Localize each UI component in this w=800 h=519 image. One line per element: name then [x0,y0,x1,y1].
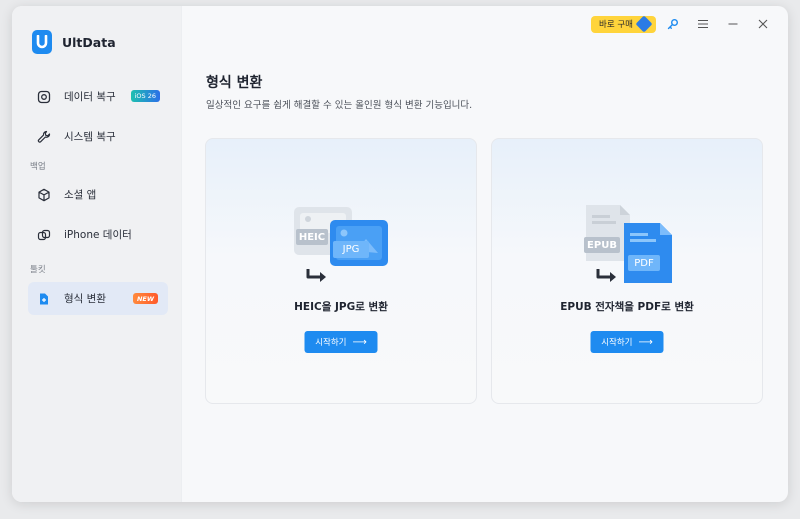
menu-icon[interactable] [690,15,716,33]
sidebar-item-data-recovery[interactable]: 데이터 복구 iOS 26 [28,80,168,113]
start-button-label: 시작하기 [601,338,633,348]
buy-button-label: 바로 구매 [599,20,633,30]
section-label-toolkit: 툴킷 [30,265,46,275]
page-subtitle: 일상적인 요구를 쉽게 해결할 수 있는 올인원 형식 변환 기능입니다. [206,100,473,111]
diamond-icon [635,15,653,33]
sidebar-item-system-repair[interactable]: 시스템 복구 [28,120,168,153]
brand: UltData [32,30,116,54]
epub-to-pdf-illustration: EPUB PDF [572,201,682,291]
app-window: UltData 데이터 복구 iOS 26 시스템 복구 백업 소셜 앱 iPh… [12,6,788,502]
start-button-label: 시작하기 [315,338,347,348]
jpg-label: JPG [333,241,369,258]
wrench-icon [36,129,52,145]
ios-version-badge: iOS 26 [130,90,160,102]
link-icon [36,227,52,243]
key-icon[interactable] [660,15,686,33]
sidebar-item-format-conversion[interactable]: 형식 변환 NEW [28,282,168,315]
close-icon[interactable] [750,15,776,33]
sidebar-item-social-apps[interactable]: 소셜 앱 [28,178,168,211]
section-label-backup: 백업 [30,162,46,172]
sidebar-item-label: 데이터 복구 [64,91,116,103]
sidebar-item-label: 소셜 앱 [64,189,97,201]
sidebar-item-iphone-data[interactable]: iPhone 데이터 [28,218,168,251]
page-title: 형식 변환 [206,75,263,91]
minimize-icon[interactable] [720,15,746,33]
data-recovery-icon [36,89,52,105]
card-title: HEIC을 JPG로 변환 [294,301,388,313]
sidebar-item-label: iPhone 데이터 [64,229,132,241]
arrow-right-icon: ⟶ [638,336,653,348]
pdf-label: PDF [628,255,660,271]
epub-label: EPUB [584,237,620,253]
ultdata-logo-icon [32,30,52,54]
start-button[interactable]: 시작하기 ⟶ [590,331,664,353]
title-bar: 바로 구매 [591,15,776,33]
heic-to-jpg-illustration: HEIC JPG [286,201,396,291]
cube-icon [36,187,52,203]
buy-button[interactable]: 바로 구매 [591,15,656,33]
heic-to-jpg-card[interactable]: HEIC JPG HEIC을 JPG로 변환 시작하기 ⟶ [205,138,477,404]
sidebar-item-label: 시스템 복구 [64,131,116,143]
new-badge: NEW [132,293,158,304]
sidebar-item-label: 형식 변환 [64,293,106,305]
card-title: EPUB 전자책을 PDF로 변환 [560,301,694,313]
epub-to-pdf-card[interactable]: EPUB PDF EPUB 전자책을 PDF로 변환 시작하기 ⟶ [491,138,763,404]
arrow-right-icon: ⟶ [352,336,367,348]
file-convert-icon [36,291,52,307]
sidebar: UltData 데이터 복구 iOS 26 시스템 복구 백업 소셜 앱 iPh… [12,6,182,502]
heic-label: HEIC [296,229,328,245]
start-button[interactable]: 시작하기 ⟶ [304,331,378,353]
app-name: UltData [62,34,116,50]
